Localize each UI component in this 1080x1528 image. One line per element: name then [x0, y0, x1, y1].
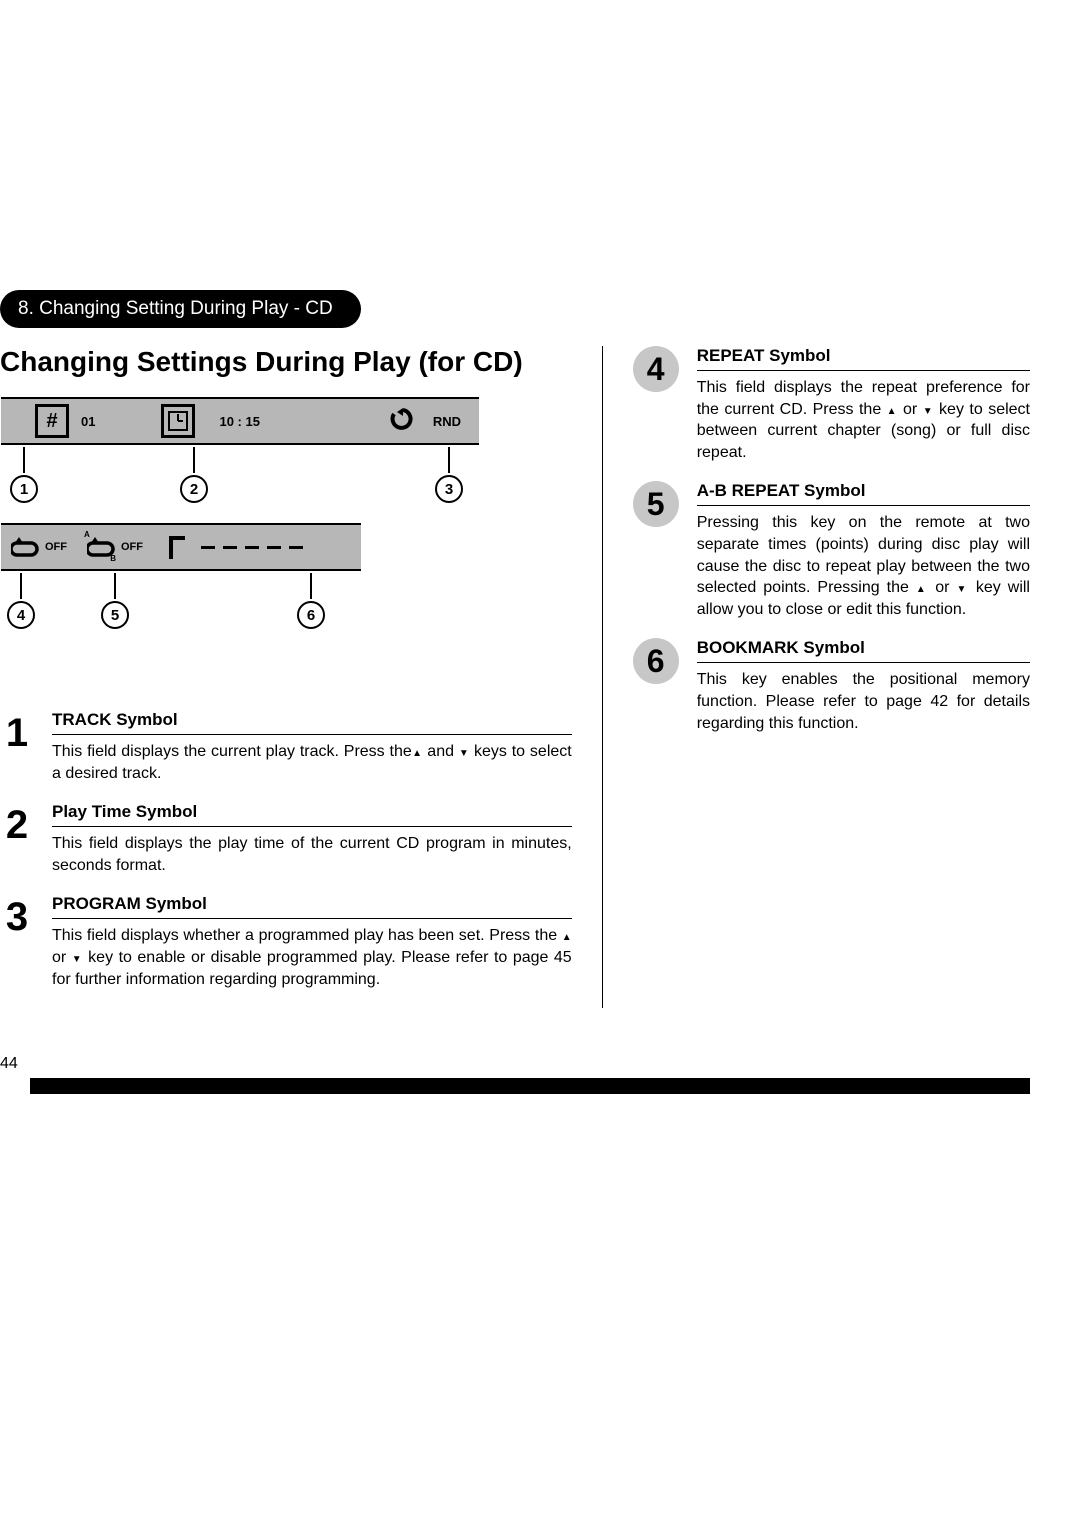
item-6: 6 BOOKMARK Symbol This key enables the p…	[633, 638, 1030, 734]
item-body: REPEAT Symbol This field displays the re…	[697, 346, 1030, 463]
page-number: 44	[0, 1055, 18, 1073]
item-number: 6	[633, 638, 679, 684]
item-body: PROGRAM Symbol This field displays wheth…	[52, 894, 572, 990]
item-text: This field displays the current play tra…	[52, 741, 572, 784]
item-title: PROGRAM Symbol	[52, 894, 572, 919]
repeat-value: OFF	[45, 541, 67, 553]
item-body: A-B REPEAT Symbol Pressing this key on t…	[697, 481, 1030, 620]
item-text: Pressing this key on the remote at two s…	[697, 512, 1030, 620]
track-value: 01	[81, 414, 95, 429]
item-title: TRACK Symbol	[52, 710, 572, 735]
callout-6: 6	[297, 601, 325, 629]
footer-bar	[30, 1078, 1030, 1094]
connector-line	[193, 447, 195, 473]
down-arrow-icon	[923, 401, 934, 418]
item-title: REPEAT Symbol	[697, 346, 1030, 371]
connector-line	[23, 447, 25, 473]
bookmark-icon	[163, 533, 191, 561]
clock-icon	[161, 404, 195, 438]
item-text: This field displays whether a programmed…	[52, 925, 572, 990]
item-number: 4	[633, 346, 679, 392]
callout-3: 3	[435, 475, 463, 503]
ab-repeat-icon: A B	[87, 533, 115, 561]
left-column: Changing Settings During Play (for CD) #…	[0, 346, 572, 1008]
callout-5: 5	[101, 601, 129, 629]
item-text: This field displays the repeat preferenc…	[697, 377, 1030, 463]
item-body: TRACK Symbol This field displays the cur…	[52, 710, 572, 784]
shuffle-icon	[389, 407, 417, 435]
up-arrow-icon	[412, 743, 423, 760]
item-3: 3 PROGRAM Symbol This field displays whe…	[0, 894, 572, 990]
item-text: This field displays the play time of the…	[52, 833, 572, 876]
ab-repeat-value: OFF	[121, 541, 143, 553]
item-number: 5	[633, 481, 679, 527]
repeat-icon	[11, 533, 39, 561]
cd-display-2: OFF A B OFF	[1, 523, 361, 571]
callout-4: 4	[7, 601, 35, 629]
item-title: A-B REPEAT Symbol	[697, 481, 1030, 506]
item-text: This key enables the positional memory f…	[697, 669, 1030, 734]
down-arrow-icon	[459, 743, 469, 760]
item-body: Play Time Symbol This field displays the…	[52, 802, 572, 876]
time-value: 10 : 15	[219, 414, 259, 429]
item-body: BOOKMARK Symbol This key enables the pos…	[697, 638, 1030, 734]
right-column: 4 REPEAT Symbol This field displays the …	[602, 346, 1030, 1008]
cd-display-1: # 01 10 : 15	[1, 397, 479, 445]
footer: 44	[0, 1038, 1030, 1094]
section-pill: 8. Changing Setting During Play - CD	[0, 290, 361, 328]
item-title: BOOKMARK Symbol	[697, 638, 1030, 663]
item-number: 2	[0, 802, 34, 848]
mode-value: RND	[433, 414, 461, 429]
connector-line	[20, 573, 22, 599]
connector-line	[310, 573, 312, 599]
down-arrow-icon	[956, 579, 968, 596]
connector-line	[448, 447, 450, 473]
down-arrow-icon	[72, 949, 83, 966]
display-diagrams: # 01 10 : 15	[0, 396, 480, 630]
display-row-1: # 01 10 : 15	[0, 396, 480, 504]
track-icon: #	[35, 404, 69, 438]
display-row-2: OFF A B OFF	[0, 522, 362, 630]
item-4: 4 REPEAT Symbol This field displays the …	[633, 346, 1030, 463]
item-number: 1	[0, 710, 34, 756]
connector-line	[114, 573, 116, 599]
callout-1: 1	[10, 475, 38, 503]
item-1: 1 TRACK Symbol This field displays the c…	[0, 710, 572, 784]
item-2: 2 Play Time Symbol This field displays t…	[0, 802, 572, 876]
up-arrow-icon	[887, 401, 898, 418]
item-number: 3	[0, 894, 34, 940]
page: 8. Changing Setting During Play - CD Cha…	[0, 0, 1080, 1144]
up-arrow-icon	[562, 927, 572, 944]
callout-2: 2	[180, 475, 208, 503]
up-arrow-icon	[916, 579, 928, 596]
item-5: 5 A-B REPEAT Symbol Pressing this key on…	[633, 481, 1030, 620]
two-columns: Changing Settings During Play (for CD) #…	[0, 346, 1030, 1008]
page-title: Changing Settings During Play (for CD)	[0, 346, 572, 378]
item-title: Play Time Symbol	[52, 802, 572, 827]
